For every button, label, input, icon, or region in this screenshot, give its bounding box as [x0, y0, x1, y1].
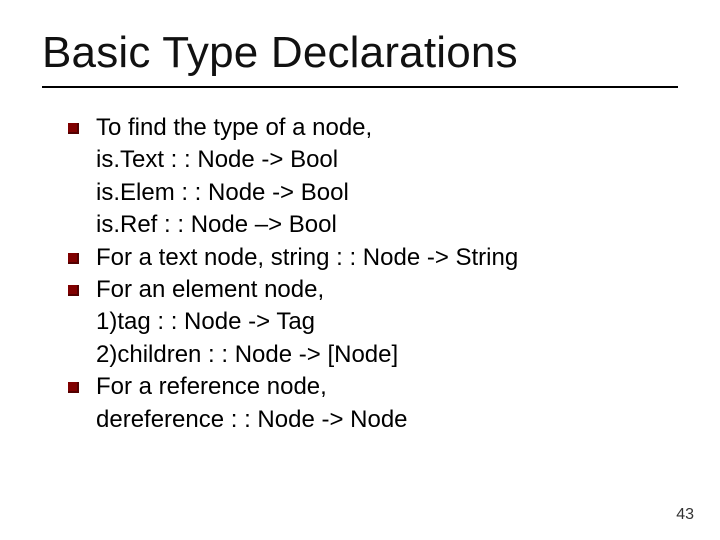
list-item: For a text node, string : : Node -> Stri… [62, 242, 678, 274]
title-divider [42, 86, 678, 88]
list-item: To find the type of a node, is.Text : : … [62, 112, 678, 242]
slide-title: Basic Type Declarations [42, 28, 678, 78]
bullet-list: To find the type of a node, is.Text : : … [62, 112, 678, 436]
bullet-line: 2)children : : Node -> [Node] [96, 339, 678, 371]
bullet-line: 1)tag : : Node -> Tag [96, 306, 678, 338]
page-number: 43 [676, 506, 694, 524]
bullet-line: To find the type of a node, [96, 112, 678, 144]
bullet-line: For a text node, string : : Node -> Stri… [96, 242, 678, 274]
list-item: For an element node, 1)tag : : Node -> T… [62, 274, 678, 371]
bullet-line: is.Elem : : Node -> Bool [96, 177, 678, 209]
bullet-line: For a reference node, [96, 371, 678, 403]
bullet-line: For an element node, [96, 274, 678, 306]
list-item: For a reference node, dereference : : No… [62, 371, 678, 436]
bullet-line: dereference : : Node -> Node [96, 404, 678, 436]
slide: Basic Type Declarations To find the type… [0, 0, 720, 540]
bullet-line: is.Text : : Node -> Bool [96, 144, 678, 176]
bullet-line: is.Ref : : Node –> Bool [96, 209, 678, 241]
